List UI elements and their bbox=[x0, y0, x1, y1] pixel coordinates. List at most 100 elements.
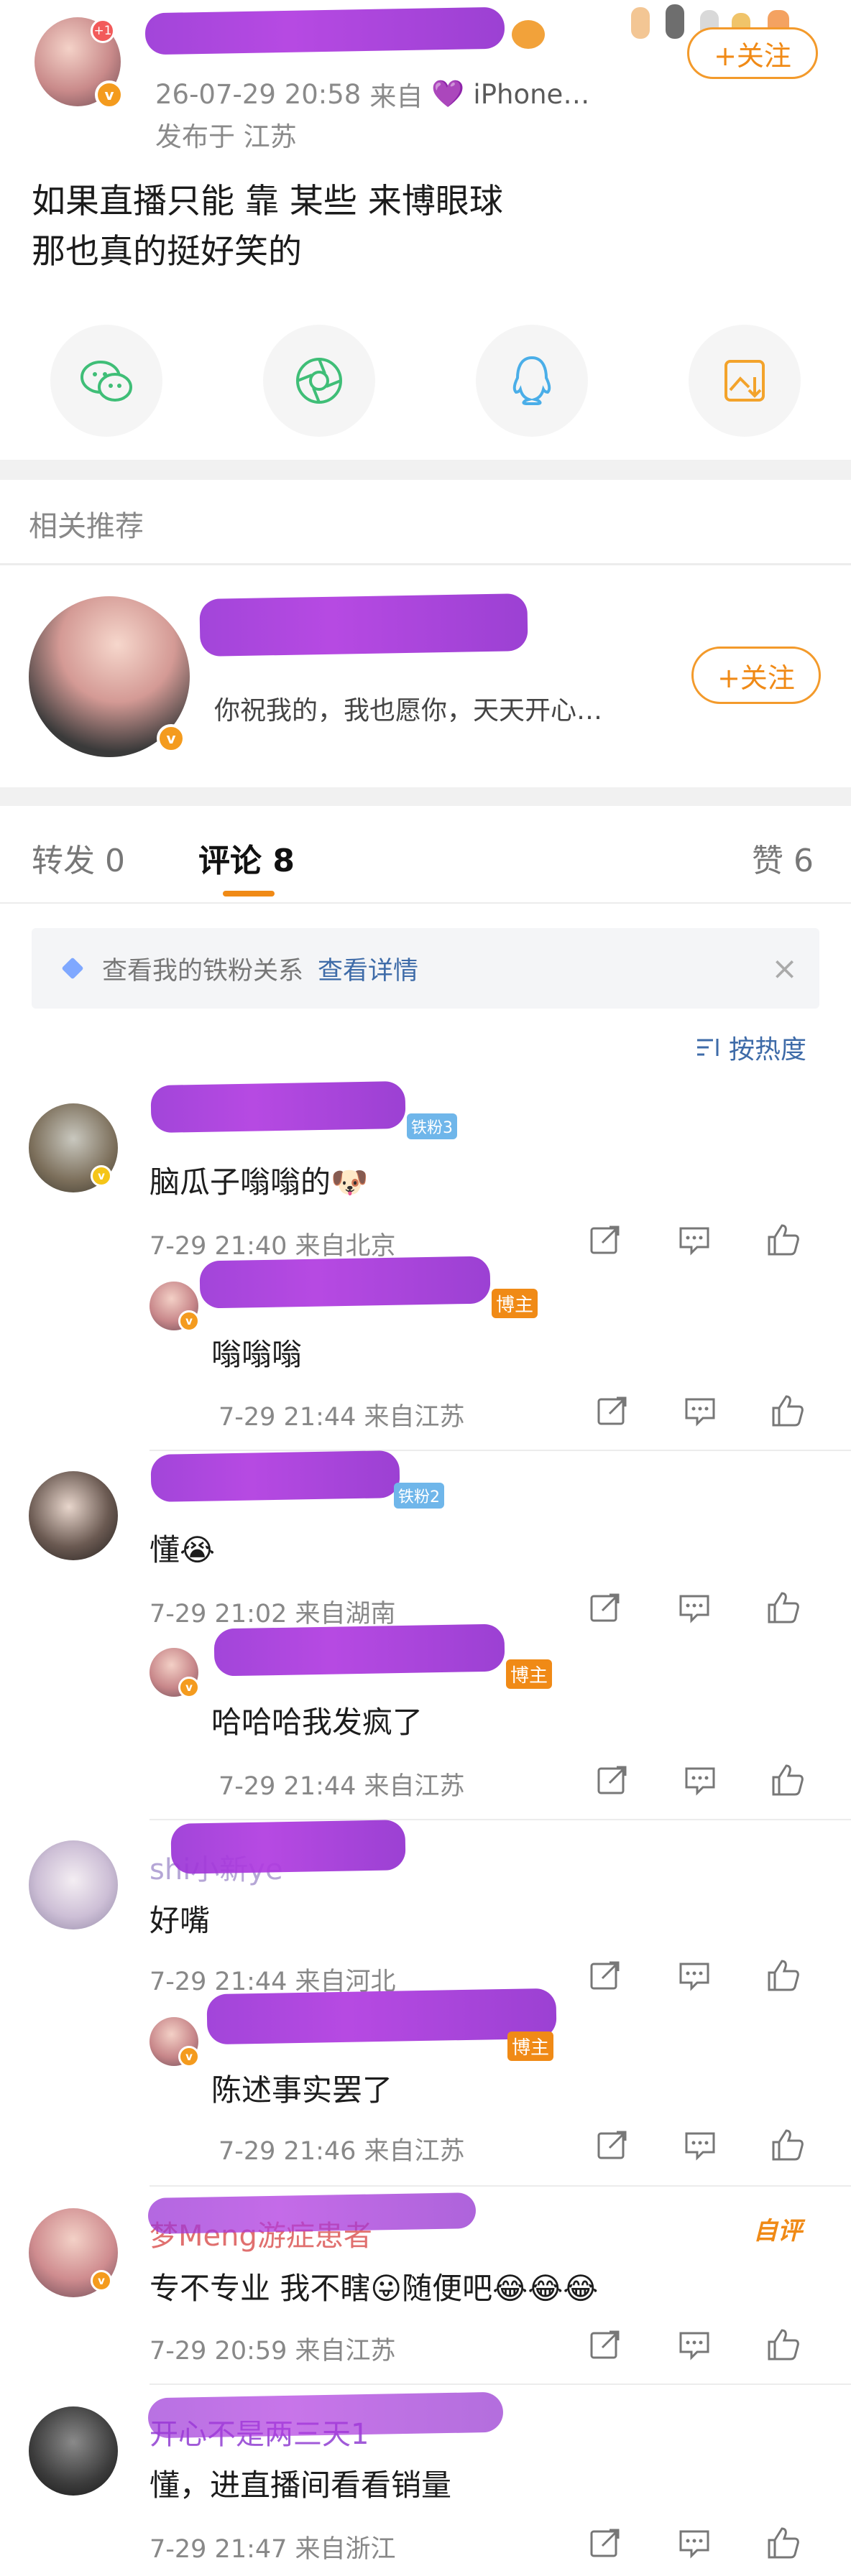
comment-time: 7-29 21:47 来自浙江 bbox=[150, 2535, 396, 2564]
comment-icon[interactable] bbox=[677, 2526, 712, 2560]
comment-text: 脑瓜子嗡嗡的🐶 bbox=[150, 1164, 369, 1200]
redacted-reply-name bbox=[206, 1988, 557, 2045]
comment-icon[interactable] bbox=[677, 1590, 712, 1625]
repost-icon[interactable] bbox=[595, 1394, 630, 1428]
wechat-icon bbox=[80, 361, 132, 402]
commenter-avatar[interactable] bbox=[29, 1840, 118, 1929]
reply-text: 陈述事实罢了 bbox=[211, 2072, 393, 2108]
comment-separator bbox=[150, 1819, 851, 1820]
save-image-button[interactable] bbox=[689, 325, 801, 437]
comment-icon[interactable] bbox=[677, 1223, 712, 1257]
post-body: 如果直播只能 靠 某些 来博眼球 那也真的挺好笑的 bbox=[32, 177, 822, 277]
comment-separator bbox=[150, 2185, 851, 2187]
tab-comments[interactable]: 评论 8 bbox=[198, 835, 295, 881]
reply-text: 哈哈哈我发疯了 bbox=[211, 1705, 423, 1740]
verified-badge-icon: v bbox=[157, 724, 185, 753]
fan-level-tag: 铁粉2 bbox=[394, 1483, 444, 1509]
like-icon[interactable] bbox=[766, 1958, 801, 1993]
verified-badge-icon: v bbox=[178, 1677, 200, 1698]
verified-badge-icon: v bbox=[178, 2046, 200, 2067]
self-comment-badge: 自评 bbox=[753, 2217, 802, 2246]
share-qq-button[interactable] bbox=[476, 325, 588, 437]
redacted-commenter-name bbox=[170, 1820, 406, 1874]
repost-icon[interactable] bbox=[588, 1958, 622, 1993]
blogger-tag: 博主 bbox=[492, 1289, 538, 1318]
repost-icon[interactable] bbox=[588, 1590, 622, 1625]
reply-time: 7-29 21:46 来自江苏 bbox=[218, 2137, 465, 2166]
related-user-bio: 你祝我的，我也愿你，天天开心… bbox=[214, 696, 603, 726]
reply-author-avatar[interactable]: v bbox=[150, 1282, 200, 1332]
like-icon[interactable] bbox=[770, 1763, 805, 1797]
fan-banner-text: 查看我的铁粉关系 bbox=[102, 956, 304, 986]
sort-toggle[interactable]: 按热度 bbox=[696, 1029, 806, 1066]
redacted-commenter-name bbox=[147, 2391, 504, 2439]
reply-text: 嗡嗡嗡 bbox=[211, 1337, 303, 1372]
redacted-reply-name bbox=[199, 1256, 491, 1309]
share-wechat-button[interactable] bbox=[50, 325, 162, 437]
repost-icon[interactable] bbox=[595, 1763, 630, 1797]
post-location: 发布于 江苏 bbox=[155, 121, 297, 152]
comment-icon[interactable] bbox=[683, 2128, 717, 2162]
commenter-avatar[interactable]: v bbox=[29, 1103, 118, 1192]
tab-likes[interactable]: 赞 6 bbox=[752, 835, 814, 881]
share-moments-button[interactable] bbox=[263, 325, 375, 437]
verified-badge-icon: v bbox=[91, 1165, 112, 1187]
comment-icon[interactable] bbox=[677, 2327, 712, 2362]
fan-level-tag: 铁粉3 bbox=[407, 1113, 457, 1139]
comment-separator bbox=[150, 1450, 851, 1451]
like-icon[interactable] bbox=[766, 1223, 801, 1257]
follow-button[interactable]: +关注 bbox=[687, 27, 818, 79]
redacted-commenter-name bbox=[147, 2192, 477, 2234]
close-icon[interactable]: × bbox=[771, 950, 798, 987]
commenter-avatar[interactable] bbox=[29, 2406, 118, 2496]
save-image-icon bbox=[724, 360, 765, 402]
blogger-tag: 博主 bbox=[506, 1659, 553, 1689]
fan-relation-banner[interactable]: 查看我的铁粉关系 查看详情 × bbox=[32, 928, 819, 1009]
reply-author-avatar[interactable]: v bbox=[150, 2017, 200, 2067]
comment-icon[interactable] bbox=[683, 1763, 717, 1797]
tab-repost[interactable]: 转发 0 bbox=[32, 835, 125, 881]
active-tab-indicator bbox=[223, 891, 275, 896]
like-icon[interactable] bbox=[766, 2327, 801, 2362]
related-follow-button[interactable]: +关注 bbox=[691, 647, 821, 704]
post-source-device[interactable]: iPhone… bbox=[473, 79, 589, 110]
post-source-prefix: 来自 bbox=[369, 81, 423, 112]
related-user-avatar[interactable]: v bbox=[29, 596, 190, 757]
redacted-commenter-name bbox=[150, 1080, 406, 1134]
comment-icon[interactable] bbox=[683, 1394, 717, 1428]
comment-text: 懂，进直播间看看销量 bbox=[150, 2468, 452, 2503]
verified-badge-icon: v bbox=[91, 2270, 112, 2292]
section-divider bbox=[0, 460, 851, 480]
post-body-line: 如果直播只能 靠 某些 来博眼球 bbox=[32, 182, 503, 221]
commenter-avatar[interactable]: v bbox=[29, 2208, 118, 2297]
fan-banner-link[interactable]: 查看详情 bbox=[318, 950, 418, 987]
repost-icon[interactable] bbox=[595, 2128, 630, 2162]
moments-icon bbox=[296, 358, 342, 404]
diamond-icon bbox=[61, 957, 84, 980]
verified-badge-icon: v bbox=[95, 80, 124, 109]
reply-author-avatar[interactable]: v bbox=[150, 1648, 200, 1698]
post-body-line: 那也真的挺好笑的 bbox=[32, 232, 302, 272]
related-heading: 相关推荐 bbox=[29, 510, 144, 543]
verified-badge-icon: v bbox=[178, 1310, 200, 1332]
comment-time: 7-29 21:40 来自北京 bbox=[150, 1232, 396, 1261]
comment-text: 专不专业 我不瞎😛随便吧😂😂😂 bbox=[150, 2271, 599, 2306]
like-icon[interactable] bbox=[766, 1590, 801, 1625]
comment-time: 7-29 21:02 来自湖南 bbox=[150, 1600, 396, 1628]
repost-icon[interactable] bbox=[588, 2526, 622, 2560]
repost-icon[interactable] bbox=[588, 2327, 622, 2362]
commenter-avatar[interactable] bbox=[29, 1471, 118, 1560]
post-timestamp: 26-07-29 20:58 bbox=[155, 78, 362, 110]
reply-time: 7-29 21:44 来自江苏 bbox=[218, 1772, 465, 1801]
comment-icon[interactable] bbox=[677, 1958, 712, 1993]
redacted-commenter-name bbox=[150, 1450, 400, 1503]
repost-icon[interactable] bbox=[588, 1223, 622, 1257]
like-icon[interactable] bbox=[766, 2526, 801, 2560]
redacted-related-name bbox=[199, 593, 528, 657]
comment-time: 7-29 20:59 来自江苏 bbox=[150, 2337, 396, 2366]
tabs-separator bbox=[0, 902, 851, 904]
like-icon[interactable] bbox=[770, 2128, 805, 2162]
like-icon[interactable] bbox=[770, 1394, 805, 1428]
post-author-avatar[interactable]: +1 v bbox=[34, 17, 124, 109]
redacted-author-name bbox=[144, 6, 505, 55]
